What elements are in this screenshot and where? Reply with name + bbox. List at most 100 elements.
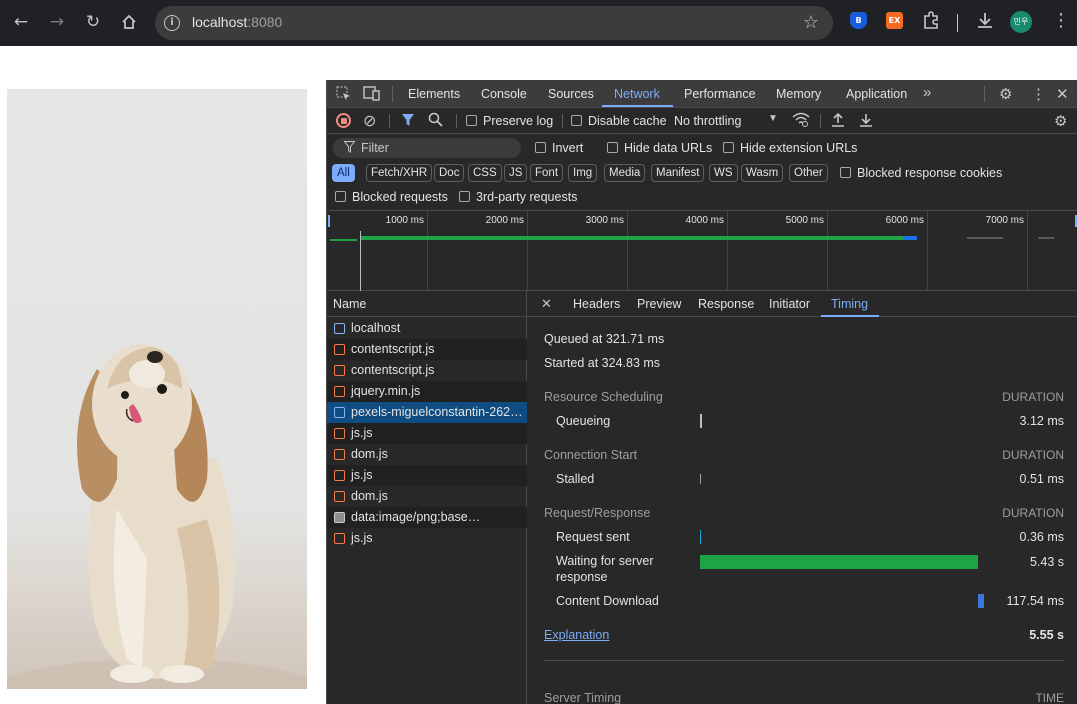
- chrome-menu-icon[interactable]: ⋮: [1052, 10, 1070, 31]
- preserve-log-checkbox[interactable]: [466, 115, 477, 126]
- address-bar[interactable]: i localhost:8080 ☆: [155, 6, 833, 40]
- filter-chip-js[interactable]: JS: [504, 164, 528, 182]
- request-row[interactable]: js.js: [327, 423, 527, 444]
- network-overview[interactable]: 1000 ms 2000 ms 3000 ms 4000 ms 5000 ms …: [327, 210, 1077, 291]
- search-icon[interactable]: [428, 112, 443, 130]
- overview-tick-label: 3000 ms: [585, 215, 624, 226]
- request-row[interactable]: js.js: [327, 528, 527, 549]
- overview-range-handle-left[interactable]: [328, 215, 330, 227]
- blocked-requests-label[interactable]: Blocked requests: [352, 190, 448, 204]
- bitwarden-extension-icon[interactable]: B: [850, 12, 867, 29]
- disable-cache-label[interactable]: Disable cache: [588, 114, 667, 128]
- throttling-select[interactable]: No throttling: [674, 114, 741, 128]
- request-row[interactable]: pexels-miguelconstantin-262…: [327, 402, 527, 423]
- device-toolbar-icon[interactable]: [363, 86, 380, 104]
- request-row[interactable]: contentscript.js: [327, 360, 527, 381]
- overview-gridline: [1027, 211, 1028, 291]
- tab-application[interactable]: Application: [846, 87, 907, 101]
- preserve-log-label[interactable]: Preserve log: [483, 114, 553, 128]
- section-request-response: Request/Response: [544, 506, 651, 520]
- filter-chip-doc[interactable]: Doc: [434, 164, 465, 182]
- detail-tab-response[interactable]: Response: [698, 297, 754, 311]
- overview-faint-bar: [1038, 237, 1054, 239]
- devtools-menu-icon[interactable]: ⋮: [1031, 85, 1046, 103]
- network-conditions-wifi-icon[interactable]: [792, 112, 810, 130]
- filter-chip-img[interactable]: Img: [568, 164, 598, 182]
- profile-avatar[interactable]: 민우: [1010, 11, 1032, 33]
- request-row[interactable]: dom.js: [327, 444, 527, 465]
- filter-chip-manifest[interactable]: Manifest: [651, 164, 705, 182]
- more-tabs-chevron-icon[interactable]: »: [923, 84, 931, 101]
- close-detail-icon[interactable]: ✕: [541, 296, 552, 312]
- blocked-response-cookies-checkbox[interactable]: [840, 167, 851, 178]
- forward-icon[interactable]: →: [46, 11, 68, 33]
- close-devtools-icon[interactable]: ✕: [1056, 85, 1069, 103]
- inspect-element-icon[interactable]: [336, 86, 351, 104]
- filter-chip-css[interactable]: CSS: [468, 164, 502, 182]
- detail-tab-initiator[interactable]: Initiator: [769, 297, 810, 311]
- filter-funnel-icon[interactable]: [401, 113, 415, 130]
- request-row[interactable]: jquery.min.js: [327, 381, 527, 402]
- script-file-icon: [334, 365, 345, 376]
- blocked-requests-checkbox[interactable]: [335, 191, 346, 202]
- tab-console[interactable]: Console: [481, 87, 527, 101]
- home-icon[interactable]: [118, 11, 140, 33]
- disable-cache-checkbox[interactable]: [571, 115, 582, 126]
- request-row[interactable]: js.js: [327, 465, 527, 486]
- clear-icon[interactable]: ⊘: [363, 111, 376, 131]
- overview-tick-label: 4000 ms: [685, 215, 724, 226]
- import-har-icon[interactable]: [831, 112, 845, 130]
- third-party-requests-checkbox[interactable]: [459, 191, 470, 202]
- filter-chip-other[interactable]: Other: [789, 164, 828, 182]
- filter-chip-wasm[interactable]: Wasm: [741, 164, 784, 182]
- overview-gridline: [827, 211, 828, 291]
- detail-tab-preview[interactable]: Preview: [637, 297, 681, 311]
- hide-data-urls-checkbox[interactable]: [607, 142, 618, 153]
- filter-icon: [343, 141, 356, 156]
- devtools-tab-bar: Elements Console Sources Network Perform…: [327, 80, 1077, 108]
- name-column-header[interactable]: Name: [327, 291, 527, 317]
- network-settings-gear-icon[interactable]: ⚙: [1054, 112, 1067, 130]
- explanation-link[interactable]: Explanation: [544, 628, 609, 642]
- tab-elements[interactable]: Elements: [408, 87, 460, 101]
- filter-placeholder: Filter: [361, 141, 389, 155]
- third-party-requests-label[interactable]: 3rd-party requests: [476, 190, 577, 204]
- extensions-puzzle-icon[interactable]: [921, 10, 941, 35]
- invert-checkbox[interactable]: [535, 142, 546, 153]
- detail-tab-headers[interactable]: Headers: [573, 297, 620, 311]
- request-name: pexels-miguelconstantin-262…: [351, 405, 523, 419]
- export-har-icon[interactable]: [859, 112, 873, 130]
- ex-extension-icon[interactable]: EX: [886, 12, 903, 29]
- hide-extension-urls-checkbox[interactable]: [723, 142, 734, 153]
- overview-tick-label: 6000 ms: [885, 215, 924, 226]
- filter-chip-media[interactable]: Media: [604, 164, 646, 182]
- tab-performance[interactable]: Performance: [684, 87, 756, 101]
- filter-chip-fetch-xhr[interactable]: Fetch/XHR: [366, 164, 433, 182]
- tab-sources[interactable]: Sources: [548, 87, 594, 101]
- reload-icon[interactable]: ↻: [82, 11, 104, 33]
- detail-tab-timing[interactable]: Timing: [831, 297, 868, 311]
- site-info-icon[interactable]: i: [164, 15, 180, 31]
- invert-label[interactable]: Invert: [552, 141, 583, 155]
- back-icon[interactable]: ←: [10, 11, 32, 33]
- blocked-response-cookies-label[interactable]: Blocked response cookies: [857, 166, 1002, 180]
- url-text[interactable]: localhost:8080: [192, 14, 282, 30]
- filter-chip-font[interactable]: Font: [530, 164, 564, 182]
- filter-input[interactable]: Filter: [333, 138, 521, 158]
- throttling-dropdown-arrow-icon[interactable]: ▼: [768, 113, 778, 124]
- record-stop-icon[interactable]: [336, 113, 351, 128]
- hide-extension-urls-label[interactable]: Hide extension URLs: [740, 141, 857, 155]
- tab-network[interactable]: Network: [614, 87, 660, 101]
- document-file-icon: [334, 407, 345, 418]
- settings-gear-icon[interactable]: ⚙: [999, 85, 1012, 103]
- hide-data-urls-label[interactable]: Hide data URLs: [624, 141, 712, 155]
- request-row[interactable]: contentscript.js: [327, 339, 527, 360]
- request-row[interactable]: dom.js: [327, 486, 527, 507]
- download-icon[interactable]: [975, 10, 995, 35]
- filter-chip-ws[interactable]: WS: [709, 164, 738, 182]
- tab-memory[interactable]: Memory: [776, 87, 821, 101]
- request-row[interactable]: data:image/png;base…: [327, 507, 527, 528]
- request-row[interactable]: localhost: [327, 318, 527, 339]
- filter-chip-all[interactable]: All: [332, 164, 355, 182]
- bookmark-star-icon[interactable]: ☆: [803, 12, 819, 33]
